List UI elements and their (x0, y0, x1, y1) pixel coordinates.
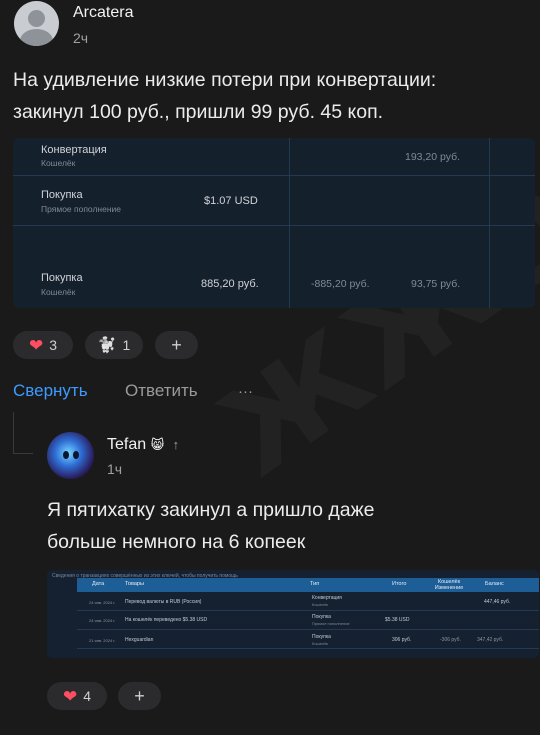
header-cell: Итого (392, 581, 407, 587)
heart-reaction-button[interactable]: ❤ 4 (47, 682, 107, 710)
row-total: $5.38 USD (385, 617, 410, 623)
statement-image[interactable]: Конвертация Кошелёк 193,20 руб. Покупка … (13, 138, 535, 308)
heart-icon: ❤ (62, 686, 78, 706)
header-cell: Товары (125, 581, 144, 587)
row-date: 24 янв. 2024 г. (89, 618, 116, 623)
reply-text: Я пятихатку закинул а пришло даже больше… (47, 494, 527, 558)
row-type: Покупка (312, 634, 331, 640)
row-total: 306 руб. (392, 637, 412, 643)
row-title: Конвертация (41, 144, 107, 156)
add-reaction-button[interactable]: + (155, 331, 198, 359)
arrow-up-icon: ↑ (172, 437, 180, 452)
row-change: -306 руб. (440, 637, 461, 643)
row-title: Покупка (41, 272, 83, 284)
plus-icon: + (171, 334, 182, 355)
row-balance: 93,75 руб. (411, 278, 461, 290)
more-icon[interactable]: ··· (238, 383, 253, 400)
reply-text-line: Я пятихатку закинул а пришло даже (47, 499, 375, 521)
row-type: Покупка (312, 614, 331, 620)
header-cell: Дата (92, 581, 105, 587)
avatar-head (28, 10, 45, 27)
post-text-line: закинул 100 руб., пришли 99 руб. 45 коп. (13, 101, 384, 123)
row-date: 24 янв. 2024 г. (89, 600, 116, 605)
row-type-sub: Кошелёк (312, 641, 329, 646)
thread-line (13, 453, 33, 454)
cat-emoji-icon: 😸 (150, 437, 165, 452)
post-time: 2ч (73, 30, 89, 46)
reply-author[interactable]: Tefan 😸 ↑ (107, 436, 179, 454)
transactions-image[interactable]: Сведения о транзакциях совершённых из эт… (47, 570, 539, 658)
post-text-line: На удивление низкие потери при конвертац… (13, 69, 437, 91)
row-item: На кошелёк переведено $5.38 USD (125, 617, 208, 623)
collapse-link[interactable]: Свернуть (13, 381, 88, 401)
emoji-reaction-button[interactable]: 🐩 1 (85, 331, 143, 359)
avatar[interactable] (14, 1, 59, 46)
row-amount: 885,20 руб. (201, 278, 259, 290)
post-author[interactable]: Arcatera (73, 4, 133, 22)
avatar-eye (73, 451, 79, 459)
reply-link[interactable]: Ответить (125, 381, 198, 401)
add-reaction-button[interactable]: + (118, 682, 161, 710)
row-type-sub: Кошелёк (312, 602, 329, 607)
thread-line[interactable] (13, 412, 14, 454)
heart-count: 3 (49, 337, 58, 353)
row-amount: $1.07 USD (204, 195, 258, 207)
plus-icon: + (134, 685, 145, 706)
divider (489, 138, 490, 308)
row-item: Перевод валюты в RUB (Россия) (125, 599, 202, 605)
row-type: Конвертация (312, 595, 342, 601)
sticker-icon: 🐩 (97, 337, 117, 354)
row-title: Покупка (41, 189, 83, 201)
header-cell: Баланс (485, 581, 504, 587)
reply-avatar[interactable] (47, 432, 94, 479)
divider (13, 225, 535, 226)
reply-author-name: Tefan (107, 436, 147, 453)
row-change: -885,20 руб. (311, 278, 370, 290)
post-text: На удивление низкие потери при конвертац… (13, 64, 533, 128)
header-cell: Тип (310, 581, 320, 587)
row-type-sub: Прямое пополнение (312, 621, 350, 626)
emoji-count: 1 (122, 337, 131, 353)
reply-text-line: больше немного на 6 копеек (47, 531, 306, 553)
divider (13, 175, 535, 176)
row-date: 21 янв. 2024 г. (89, 638, 116, 643)
avatar-eye (63, 451, 69, 459)
divider (289, 138, 290, 308)
row-subtitle: Кошелёк (41, 287, 76, 297)
row-subtitle: Прямое пополнение (41, 204, 122, 214)
avatar-body (20, 29, 53, 46)
heart-icon: ❤ (28, 335, 44, 355)
reply-time: 1ч (107, 461, 123, 477)
row-balance: 447,46 руб. (484, 599, 511, 605)
row-balance: 347,42 руб. (477, 637, 504, 643)
row-subtitle: Кошелёк (41, 158, 76, 168)
heart-reaction-button[interactable]: ❤ 3 (13, 331, 73, 359)
table-header (77, 578, 539, 592)
row-balance: 193,20 руб. (405, 151, 461, 163)
header-cell: Кошелёк Изменение (434, 579, 464, 591)
row-item: Hexguardian (125, 637, 154, 643)
heart-count: 4 (83, 688, 92, 704)
